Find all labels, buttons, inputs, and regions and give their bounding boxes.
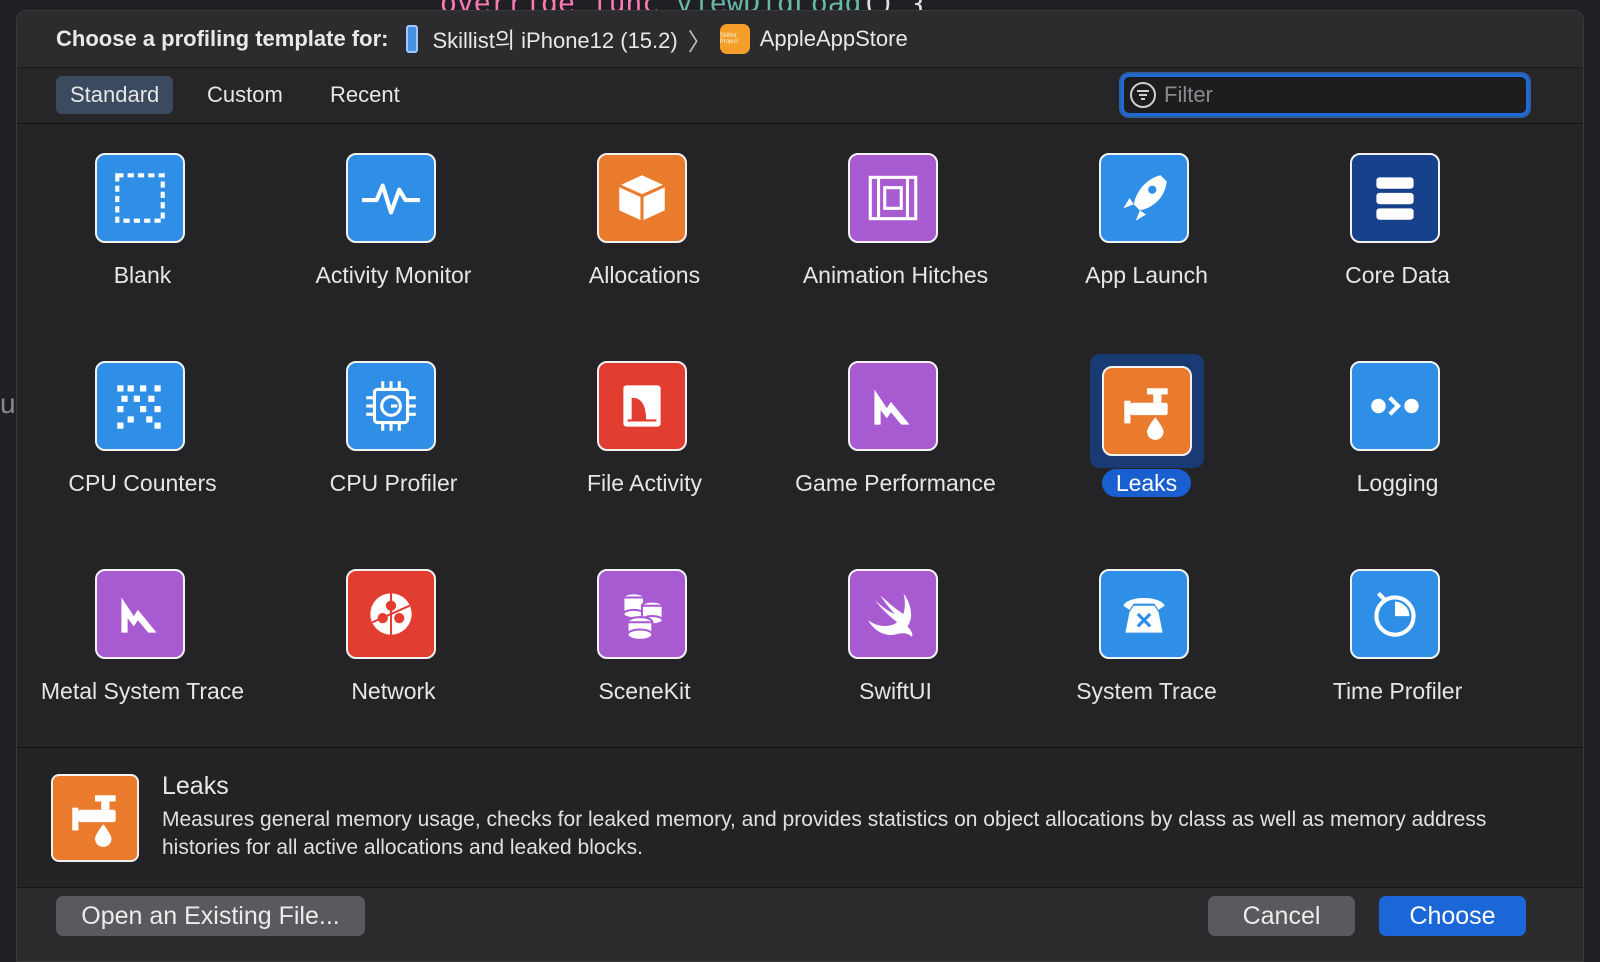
template-label: SwiftUI bbox=[859, 678, 932, 704]
filter-input[interactable] bbox=[1164, 82, 1526, 108]
template-leaks[interactable]: Leaks bbox=[1021, 333, 1272, 541]
template-label: CPU Counters bbox=[68, 470, 217, 496]
file-activity-icon bbox=[597, 361, 687, 451]
template-label: Activity Monitor bbox=[315, 262, 472, 288]
template-cpu-profiler[interactable]: CPU Profiler bbox=[268, 333, 519, 541]
tab-standard[interactable]: Standard bbox=[56, 76, 174, 114]
open-existing-file-button[interactable]: Open an Existing File... bbox=[56, 896, 365, 936]
app-launch-icon bbox=[1099, 153, 1189, 243]
template-cpu-counters[interactable]: CPU Counters bbox=[17, 333, 268, 541]
template-file-activity[interactable]: File Activity bbox=[519, 333, 770, 541]
sheet-header: Choose a profiling template for: Skillis… bbox=[17, 11, 1583, 68]
header-title: Choose a profiling template for: bbox=[56, 26, 389, 51]
core-data-icon bbox=[1350, 153, 1440, 243]
template-blank[interactable]: Blank bbox=[17, 125, 268, 333]
template-label: App Launch bbox=[1085, 262, 1208, 288]
profiling-template-sheet: Choose a profiling template for: Skillis… bbox=[16, 10, 1584, 962]
system-trace-icon bbox=[1099, 569, 1189, 659]
template-logging[interactable]: Logging bbox=[1272, 333, 1523, 541]
blank-icon bbox=[95, 153, 185, 243]
template-label: Animation Hitches bbox=[802, 262, 989, 288]
template-network[interactable]: Network bbox=[268, 541, 519, 749]
template-core-data[interactable]: Core Data bbox=[1272, 125, 1523, 333]
template-metal-system-trace[interactable]: Metal System Trace bbox=[17, 541, 268, 749]
metal-system-trace-icon bbox=[95, 569, 185, 659]
template-grid: Blank Activity Monitor Allocations Anima… bbox=[17, 125, 1583, 747]
template-label: CPU Profiler bbox=[329, 470, 458, 496]
template-label: Time Profiler bbox=[1332, 678, 1463, 704]
tab-recent[interactable]: Recent bbox=[316, 76, 414, 114]
template-label: SceneKit bbox=[598, 678, 691, 704]
template-swiftui[interactable]: SwiftUI bbox=[770, 541, 1021, 749]
template-label: Core Data bbox=[1345, 262, 1450, 288]
template-label: File Activity bbox=[586, 470, 703, 496]
iphone-icon bbox=[406, 25, 419, 53]
leaks-icon bbox=[51, 774, 139, 862]
template-game-performance[interactable]: Game Performance bbox=[770, 333, 1021, 541]
tab-custom[interactable]: Custom bbox=[193, 76, 297, 114]
logging-icon bbox=[1350, 361, 1440, 451]
template-detail: Leaks Measures general memory usage, che… bbox=[17, 747, 1583, 887]
template-label: System Trace bbox=[1076, 678, 1217, 704]
chevron-right-icon: 〉 bbox=[687, 28, 712, 56]
allocations-icon bbox=[597, 153, 687, 243]
template-label: Logging bbox=[1356, 470, 1439, 496]
app-name[interactable]: AppleAppStore bbox=[760, 26, 908, 52]
game-performance-icon bbox=[848, 361, 938, 451]
template-label: Network bbox=[351, 678, 436, 704]
network-icon bbox=[346, 569, 436, 659]
animation-hitches-icon bbox=[848, 153, 938, 243]
template-label: Game Performance bbox=[795, 470, 996, 496]
activity-monitor-icon bbox=[346, 153, 436, 243]
leaks-icon bbox=[1102, 366, 1192, 456]
detail-title: Leaks bbox=[162, 772, 229, 800]
choose-button[interactable]: Choose bbox=[1379, 896, 1526, 936]
sheet-footer: Open an Existing File... Cancel Choose bbox=[17, 887, 1583, 961]
cpu-counters-icon bbox=[95, 361, 185, 451]
detail-description: Measures general memory usage, checks fo… bbox=[162, 808, 1487, 859]
template-activity-monitor[interactable]: Activity Monitor bbox=[268, 125, 519, 333]
template-system-trace[interactable]: System Trace bbox=[1021, 541, 1272, 749]
template-animation-hitches[interactable]: Animation Hitches bbox=[770, 125, 1021, 333]
template-app-launch[interactable]: App Launch bbox=[1021, 125, 1272, 333]
template-label: Leaks bbox=[1021, 469, 1272, 498]
time-profiler-icon bbox=[1350, 569, 1440, 659]
template-label: Blank bbox=[113, 262, 172, 288]
filter-icon bbox=[1130, 82, 1156, 108]
app-icon: Skillist Project bbox=[719, 24, 750, 54]
template-time-profiler[interactable]: Time Profiler bbox=[1272, 541, 1523, 749]
swiftui-icon bbox=[848, 569, 938, 659]
scenekit-icon bbox=[597, 569, 687, 659]
template-allocations[interactable]: Allocations bbox=[519, 125, 770, 333]
device-name[interactable]: Skillist의 iPhone12 (15.2) bbox=[432, 23, 677, 55]
template-label: Allocations bbox=[588, 262, 701, 288]
template-tabs: Standard Custom Recent bbox=[17, 68, 1583, 124]
template-label: Metal System Trace bbox=[40, 678, 245, 704]
filter-field[interactable] bbox=[1121, 74, 1529, 116]
cpu-profiler-icon bbox=[346, 361, 436, 451]
template-scenekit[interactable]: SceneKit bbox=[519, 541, 770, 749]
background-edge-glyph: u bbox=[0, 388, 16, 419]
cancel-button[interactable]: Cancel bbox=[1208, 896, 1355, 936]
